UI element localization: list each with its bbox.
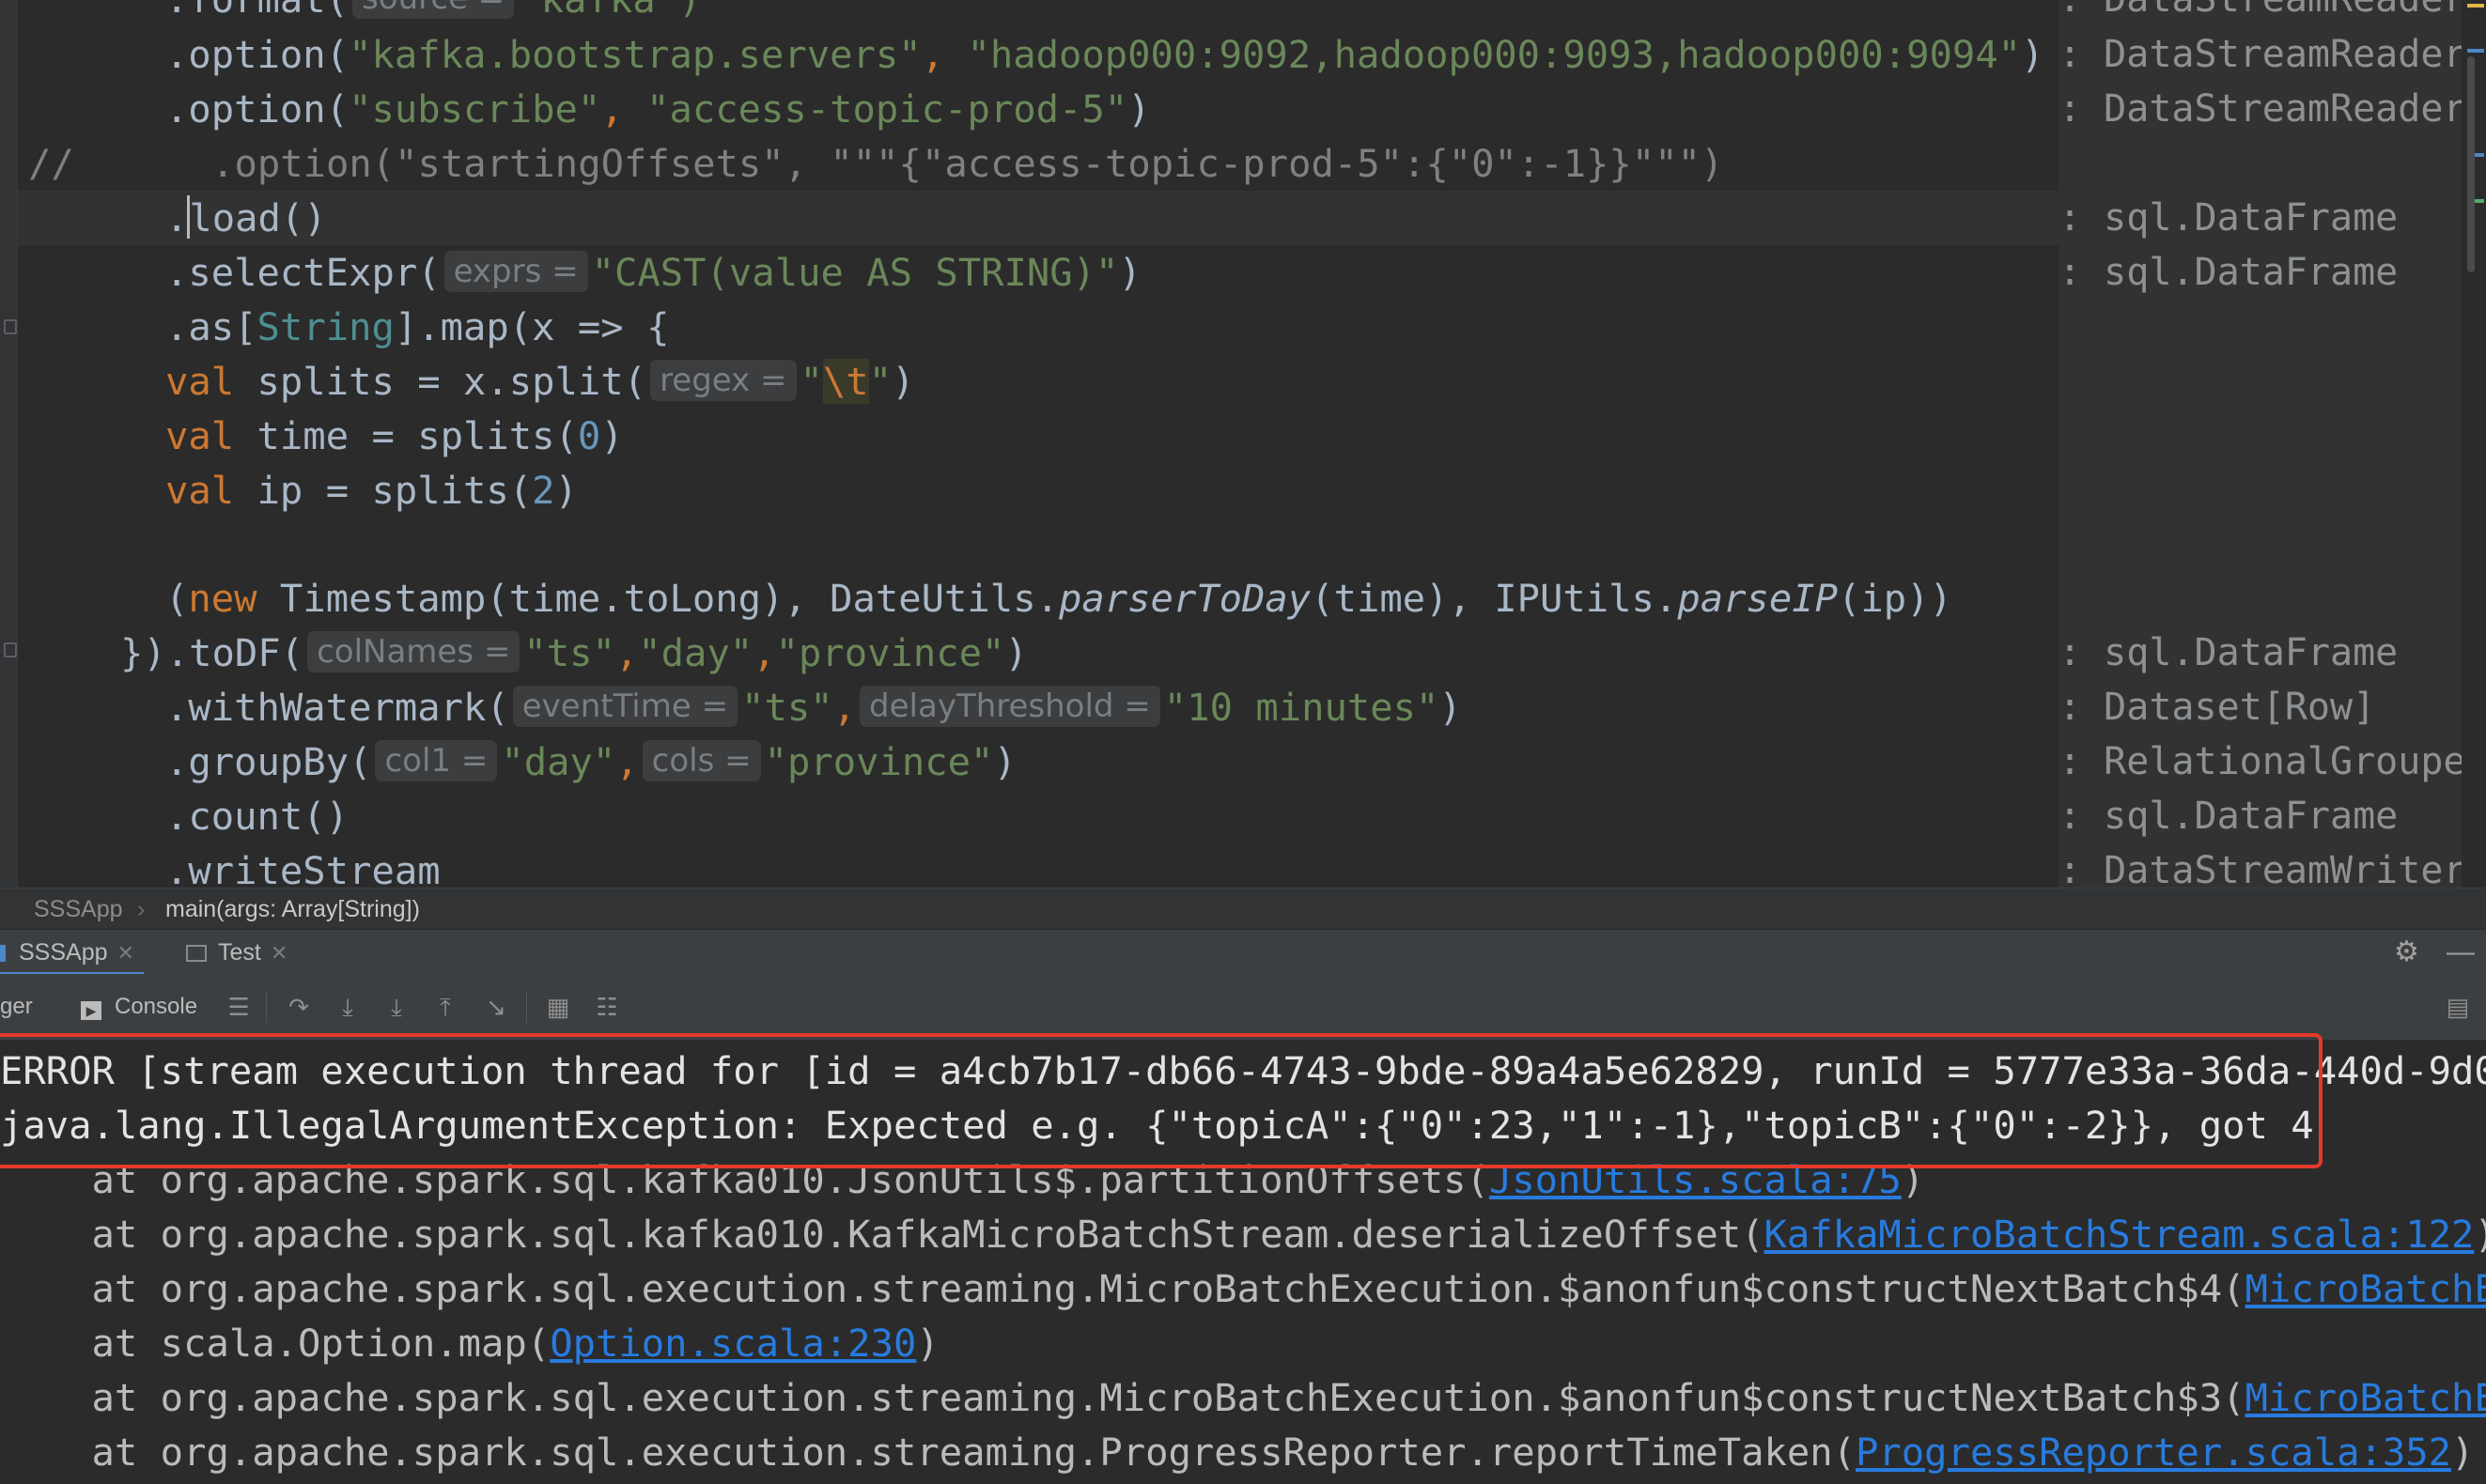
type-hint: : DataStreamReader <box>2059 33 2466 76</box>
run-to-cursor-icon[interactable]: ↘ <box>483 995 509 1019</box>
stack-trace-line: at org.apache.spark.sql.execution.stream… <box>0 1261 2486 1316</box>
code-line: .count() <box>165 794 350 839</box>
warning-marker-icon[interactable] <box>2467 4 2484 8</box>
chevron-right-icon: › <box>137 896 146 922</box>
gear-icon[interactable]: ⚙ <box>2394 930 2419 975</box>
source-link[interactable]: MicroBatchExe <box>2245 1375 2486 1420</box>
error-highlight-annotation <box>0 1033 2323 1168</box>
type-hint: : sql.DataFrame <box>2059 251 2399 294</box>
fold-marker-icon[interactable] <box>4 642 17 657</box>
stack-trace-line: at org.apache.spark.sql.kafka010.KafkaMi… <box>0 1212 2486 1257</box>
close-icon[interactable]: ✕ <box>117 941 134 965</box>
run-tool-window-tabs: SSSApp ✕ Test ✕ ⚙ — <box>0 929 2486 975</box>
trace-icon[interactable]: ☷ <box>594 995 620 1019</box>
evaluate-icon[interactable]: ▦ <box>545 995 571 1019</box>
type-hint: : Dataset[Row] <box>2059 686 2376 729</box>
type-hints-column: : DataStreamReader : DataStreamReader : … <box>2059 0 2486 888</box>
breadcrumb: SSSApp › main(args: Array[String]) <box>0 888 2486 930</box>
run-config-icon <box>0 945 6 962</box>
code-line: val ip = splits(2) <box>165 468 578 513</box>
code-line: val time = splits(0) <box>165 413 624 458</box>
type-hint: : sql.DataFrame <box>2059 196 2399 240</box>
commented-code-line: // .option("startingOffsets", """{"acces… <box>28 141 1724 186</box>
tab-console[interactable]: ▶ Console <box>81 974 197 1040</box>
step-out-icon[interactable]: ⤒ <box>432 995 458 1019</box>
source-link[interactable]: Option.scala:230 <box>550 1321 916 1366</box>
code-line: .writeStream <box>165 848 441 888</box>
console-icon: ▶ <box>81 1001 101 1020</box>
force-step-into-icon[interactable]: ⤓ <box>383 995 410 1019</box>
fold-marker-icon[interactable] <box>4 319 17 334</box>
stack-trace-line: at org.apache.spark.sql.execution.stream… <box>0 1370 2486 1425</box>
code-editor[interactable]: .format(source ="kafka") .option("kafka.… <box>0 0 2486 888</box>
divider <box>526 991 527 1023</box>
code-line: .format(source ="kafka") <box>165 0 701 26</box>
breadcrumb-method[interactable]: main(args: Array[String]) <box>165 889 420 930</box>
editor-gutter[interactable] <box>0 0 18 888</box>
code-line: .groupBy(col1 = "day", cols = "province") <box>165 739 1017 784</box>
step-into-icon[interactable]: ⤓ <box>334 995 361 1019</box>
code-line: .option("subscribe", "access-topic-prod-… <box>165 86 1151 131</box>
layout-icon[interactable]: ▤ <box>2445 995 2471 1019</box>
run-config-icon <box>186 945 207 962</box>
tab-test[interactable]: Test ✕ <box>186 930 297 975</box>
info-marker-icon[interactable] <box>2467 49 2484 53</box>
console-toolbar: ger ▶ Console ☰ ↷ ⤓ ⤓ ⤒ ↘ ▦ ☷ ▤ <box>0 974 2486 1041</box>
code-line: (new Timestamp(time.toLong), DateUtils.p… <box>165 576 1952 621</box>
type-hint: : RelationalGrouped <box>2059 740 2486 783</box>
code-line: .option("kafka.bootstrap.servers", "hado… <box>165 32 2044 77</box>
close-icon[interactable]: ✕ <box>271 941 287 965</box>
type-hint: : sql.DataFrame <box>2059 795 2399 838</box>
type-hint: : DataStreamWriter[ <box>2059 849 2486 888</box>
type-hint: : DataStreamReader <box>2059 87 2466 131</box>
vertical-scrollbar[interactable] <box>2467 56 2475 272</box>
menu-icon[interactable]: ☰ <box>225 995 252 1019</box>
tab-debugger[interactable]: ger <box>0 974 33 1040</box>
source-link[interactable]: ProgressReporter.scala:352 <box>1856 1430 2451 1475</box>
source-link[interactable]: KafkaMicroBatchStream.scala:122 <box>1764 1212 2475 1257</box>
stack-trace-line: at org.apache.spark.sql.execution.stream… <box>0 1430 2475 1475</box>
divider <box>266 991 267 1023</box>
code-line: }).toDF(colNames = "ts","day","province") <box>120 630 1028 675</box>
source-link[interactable]: MicroBatchExe <box>2245 1266 2486 1311</box>
type-hint: : sql.DataFrame <box>2059 631 2399 674</box>
breadcrumb-class[interactable]: SSSApp <box>34 889 123 930</box>
type-hint: : DataStreamReader <box>2059 0 2465 26</box>
code-line: val splits = x.split(regex = "\t") <box>165 359 915 404</box>
code-line: .as[String].map(x => { <box>165 304 670 349</box>
code-line: .load() <box>165 195 327 240</box>
stack-trace-line: at scala.Option.map(Option.scala:230) <box>0 1321 940 1366</box>
minimize-icon[interactable]: — <box>2447 930 2475 975</box>
code-line: .withWatermark(eventTime = "ts", delayThre… <box>165 685 1462 730</box>
tab-sssapp[interactable]: SSSApp ✕ <box>0 930 144 975</box>
step-over-icon[interactable]: ↷ <box>286 995 312 1019</box>
code-line: .selectExpr(exprs = "CAST(value AS STRING… <box>165 250 1142 295</box>
